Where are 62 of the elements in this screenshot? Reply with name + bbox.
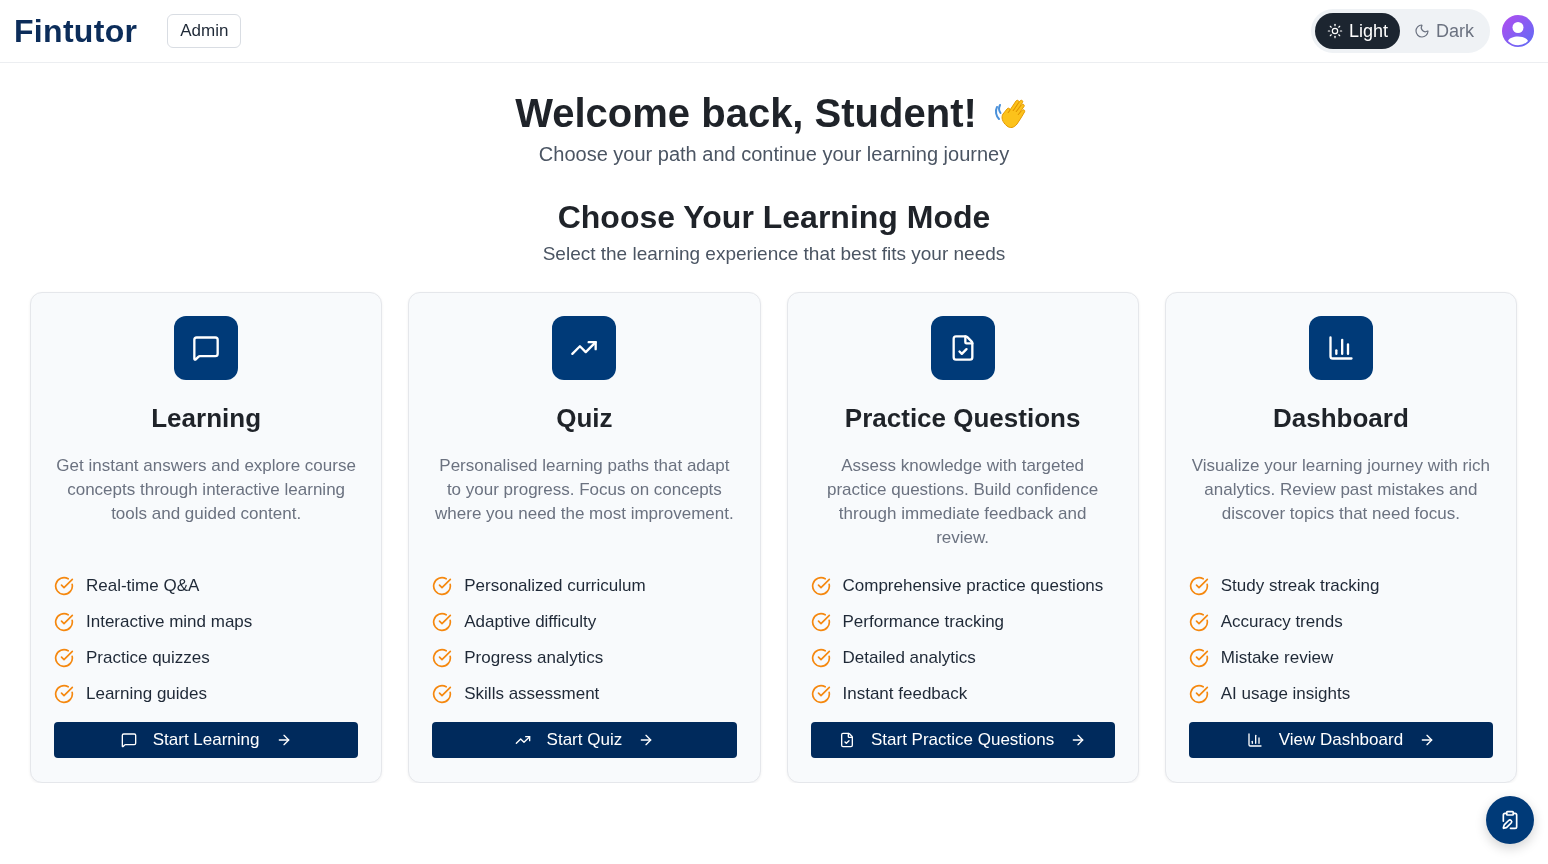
check-circle-icon bbox=[810, 684, 831, 704]
feature-text: Learning guides bbox=[86, 684, 207, 704]
feature-text: Detailed analytics bbox=[842, 648, 976, 668]
welcome-heading: Welcome back, Student! bbox=[515, 90, 977, 137]
feature-text: Performance tracking bbox=[842, 612, 1005, 632]
feature-text: Adaptive difficulty bbox=[464, 612, 597, 632]
check-circle-icon bbox=[432, 648, 453, 668]
moon-icon bbox=[1414, 23, 1430, 39]
feature-text: Progress analytics bbox=[464, 648, 604, 668]
feature-text: Skills assessment bbox=[464, 684, 600, 704]
check-circle-icon bbox=[432, 612, 453, 632]
bar-chart-icon bbox=[1246, 732, 1263, 748]
check-circle-icon bbox=[54, 648, 74, 668]
check-circle-icon bbox=[810, 648, 831, 668]
card-description: Get instant answers and explore course concepts through interactive learning tools and guided content. bbox=[55, 455, 357, 525]
card-title: Quiz bbox=[556, 402, 613, 434]
start-button[interactable]: Start Practice Questions bbox=[810, 722, 1115, 758]
start-button[interactable]: Start Quiz bbox=[432, 722, 737, 758]
clipboard-pen-icon bbox=[1500, 810, 1520, 830]
user-avatar-icon[interactable] bbox=[1502, 15, 1534, 47]
card-description: Visualize your learning journey with rich analytics. Review past mistakes and discover topics that need focus. bbox=[1190, 455, 1491, 525]
section-subtitle: Select the learning experience that best fits your needs bbox=[542, 242, 1006, 266]
check-circle-icon bbox=[1188, 684, 1209, 704]
document-check-icon bbox=[838, 732, 855, 748]
app-logo: Fintutor bbox=[14, 12, 138, 50]
feature-text: Study streak tracking bbox=[1220, 576, 1380, 596]
feature-text: Comprehensive practice questions bbox=[842, 576, 1104, 596]
feature-text: Real-time Q&A bbox=[86, 576, 200, 596]
feature-text: Mistake review bbox=[1220, 648, 1334, 668]
feature-text: Instant feedback bbox=[842, 684, 968, 704]
feature-text: Practice quizzes bbox=[86, 648, 210, 668]
admin-button[interactable]: Admin bbox=[167, 14, 242, 48]
chat-bubble-icon bbox=[120, 732, 137, 748]
sun-icon bbox=[1326, 23, 1343, 39]
check-circle-icon bbox=[54, 684, 74, 704]
welcome-subtitle: Choose your path and continue your learning journey bbox=[538, 142, 1010, 167]
theme-option[interactable]: Light bbox=[1314, 13, 1400, 49]
card-title: Dashboard bbox=[1272, 402, 1409, 434]
feature-text: AI usage insights bbox=[1220, 684, 1351, 704]
theme-option[interactable]: Dark bbox=[1402, 13, 1486, 49]
feature-text: Accuracy trends bbox=[1220, 612, 1343, 632]
feature-text: Interactive mind maps bbox=[86, 612, 253, 632]
bar-chart-icon bbox=[1326, 334, 1355, 362]
check-circle-icon bbox=[810, 612, 831, 632]
start-button[interactable]: Start Learning bbox=[54, 722, 359, 758]
check-circle-icon bbox=[54, 576, 74, 596]
card-description: Assess knowledge with targeted practice questions. Build confidence through immediate feedback and review. bbox=[826, 455, 1100, 549]
start-button[interactable]: View Dashboard bbox=[1188, 722, 1493, 758]
card-title: Practice Questions bbox=[844, 402, 1081, 434]
check-circle-icon bbox=[1188, 648, 1209, 668]
section-heading: Choose Your Learning Mode bbox=[557, 198, 991, 237]
floating-action-button[interactable] bbox=[1486, 796, 1534, 844]
check-circle-icon bbox=[1188, 576, 1209, 596]
check-circle-icon bbox=[432, 576, 453, 596]
feature-text: Personalized curriculum bbox=[464, 576, 646, 596]
card-title: Learning bbox=[151, 402, 261, 434]
check-circle-icon bbox=[1188, 612, 1209, 632]
check-circle-icon bbox=[810, 576, 831, 596]
card-description: Personalised learning paths that adapt to your progress. Focus on concepts where you need the most improvement. bbox=[434, 455, 735, 525]
check-circle-icon bbox=[432, 684, 453, 704]
chat-bubble-icon bbox=[192, 334, 221, 362]
check-circle-icon bbox=[54, 612, 74, 632]
